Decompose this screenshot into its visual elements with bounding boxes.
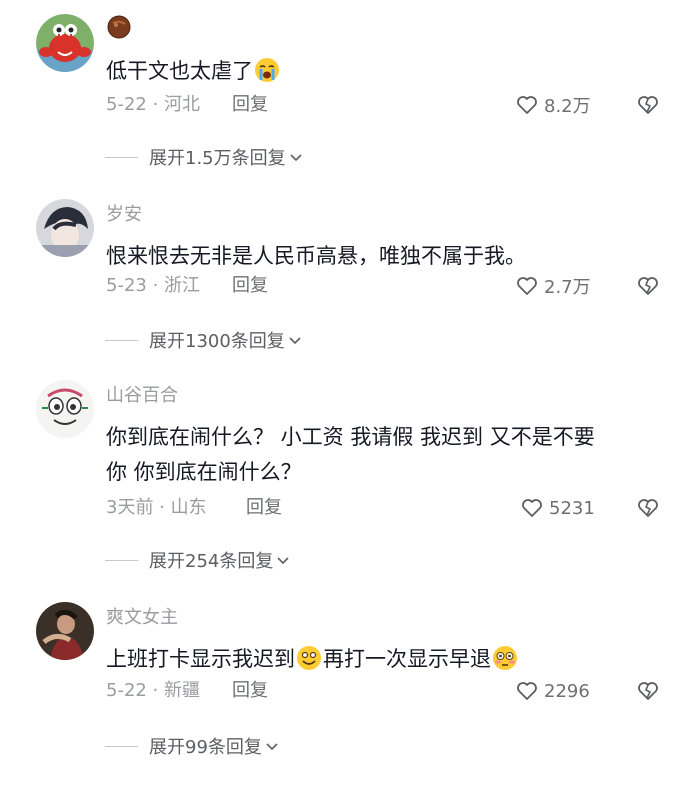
avatar[interactable] xyxy=(36,602,94,660)
chevron-down-icon xyxy=(289,337,301,345)
dislike-button[interactable] xyxy=(635,273,661,299)
crying-emoji-icon xyxy=(255,58,279,82)
divider-line xyxy=(105,745,138,747)
broken-heart-icon xyxy=(638,96,658,114)
avatar[interactable] xyxy=(36,199,94,257)
like-count: 2296 xyxy=(544,680,590,702)
like-button[interactable]: 2296 xyxy=(515,678,590,704)
expand-replies-button[interactable]: 展开99条回复 xyxy=(105,732,280,760)
dislike-button[interactable] xyxy=(635,495,661,521)
like-count: 8.2万 xyxy=(544,96,591,117)
comment-meta: 3天前 · 山东 xyxy=(106,497,207,518)
reply-button[interactable]: 回复 xyxy=(232,92,268,118)
comment-text: 上班打卡显示我迟到 再打一次显示早退 xyxy=(106,642,666,677)
like-button[interactable]: 8.2万 xyxy=(515,92,591,118)
reply-button[interactable]: 回复 xyxy=(232,678,268,704)
comment-meta: 5-22 · 新疆 xyxy=(106,680,201,701)
chevron-down-icon xyxy=(266,743,278,751)
expand-replies-button[interactable]: 展开1.5万条回复 xyxy=(105,143,304,171)
comment-meta: 5-22 · 河北 xyxy=(106,94,201,115)
comment-text: 低干文也太虐了 xyxy=(106,54,666,89)
heart-icon xyxy=(517,682,537,700)
expand-replies-button[interactable]: 展开254条回复 xyxy=(105,546,291,574)
broken-heart-icon xyxy=(638,277,658,295)
broken-heart-icon xyxy=(638,499,658,517)
divider-line xyxy=(105,339,138,341)
heart-icon xyxy=(517,277,537,295)
avatar[interactable] xyxy=(36,14,94,72)
expand-replies-button[interactable]: 展开1300条回复 xyxy=(105,326,303,354)
anime-avatar-icon xyxy=(36,199,94,257)
like-button[interactable]: 2.7万 xyxy=(515,273,591,299)
comment-text: 你到底在闹什么？ 小工资 我请假 我迟到 又不是不要 你 你到底在闹什么？ xyxy=(106,425,595,484)
reply-button[interactable]: 回复 xyxy=(246,495,282,521)
dislike-button[interactable] xyxy=(635,92,661,118)
username[interactable]: 爽文女主 xyxy=(106,606,178,630)
chevron-down-icon xyxy=(290,154,302,162)
comment-item: 岁安 恨来恨去无非是人民币高悬，唯独不属于我。 5-23 · 浙江 回复 2.7… xyxy=(0,199,690,388)
heart-icon xyxy=(522,499,542,517)
smiling-emoji-icon xyxy=(297,646,321,670)
photo-avatar-icon xyxy=(36,602,94,660)
reply-button[interactable]: 回复 xyxy=(232,273,268,299)
like-button[interactable]: 5231 xyxy=(520,495,595,521)
divider-line xyxy=(105,156,138,158)
flushed-emoji-icon xyxy=(493,646,517,670)
crab-avatar-icon xyxy=(36,14,94,72)
comment-item: 山谷百合 你到底在闹什么？ 小工资 我请假 我迟到 又不是不要 你 你到底在闹什… xyxy=(0,380,690,572)
broken-heart-icon xyxy=(638,682,658,700)
heart-icon xyxy=(517,96,537,114)
comment-item: 爽文女主 上班打卡显示我迟到 再打一次显示早退 5-22 · 新疆 回复 229… xyxy=(0,602,690,791)
dislike-button[interactable] xyxy=(635,678,661,704)
avatar[interactable] xyxy=(36,380,94,438)
chevron-down-icon xyxy=(277,557,289,565)
username[interactable]: 山谷百合 xyxy=(106,384,178,408)
like-count: 5231 xyxy=(549,497,595,519)
comment-meta: 5-23 · 浙江 xyxy=(106,275,201,296)
divider-line xyxy=(105,559,138,561)
user-badge-icon xyxy=(106,14,132,40)
comment-text: 恨来恨去无非是人民币高悬，唯独不属于我。 xyxy=(106,244,526,268)
comment-item: 低干文也太虐了 5-22 · 河北 回复 8.2万 展开1.5万条回复 xyxy=(0,14,690,203)
cartoon-face-avatar-icon xyxy=(36,380,94,438)
username[interactable]: 岁安 xyxy=(106,203,142,227)
like-count: 2.7万 xyxy=(544,277,591,298)
